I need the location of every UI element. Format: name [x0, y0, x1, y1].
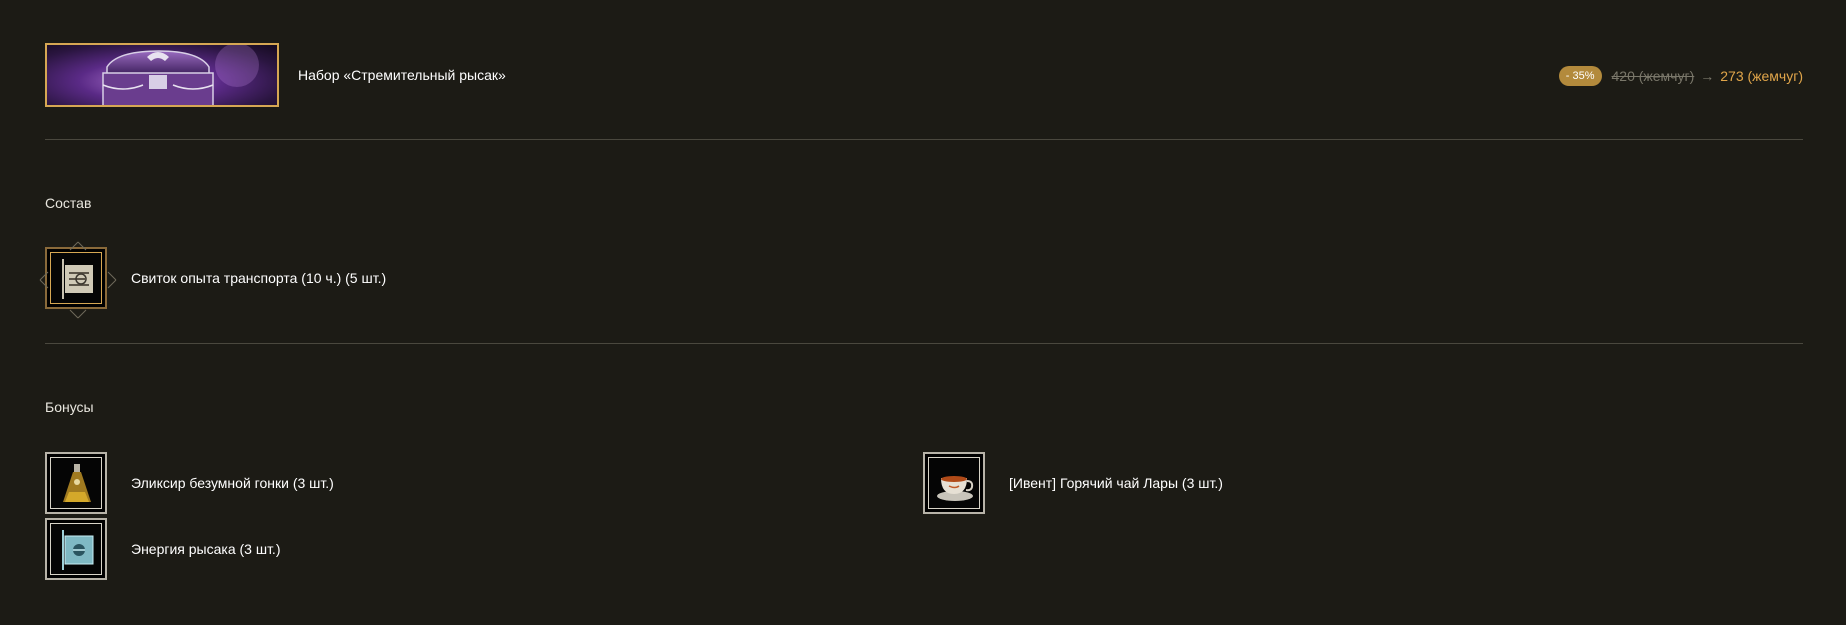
old-price: 420 (жемчуг) [1611, 68, 1695, 84]
divider [45, 343, 1803, 344]
treasure-chest-icon [102, 45, 259, 105]
item-label: Эликсир безумной гонки (3 шт.) [131, 475, 334, 491]
bonus-item[interactable]: Энергия рысака (3 шт.) [45, 516, 281, 582]
item-label: [Ивент] Горячий чай Лары (3 шт.) [1009, 475, 1223, 491]
product-title: Набор «Стремительный рысак» [298, 67, 506, 83]
divider [45, 139, 1803, 140]
item-label: Свиток опыта транспорта (10 ч.) (5 шт.) [131, 270, 387, 286]
bonus-item[interactable]: Эликсир безумной гонки (3 шт.) [45, 450, 334, 516]
price-block: - 35% 420 (жемчуг) → 273 (жемчуг) [1558, 66, 1803, 86]
scroll-icon [39, 241, 117, 319]
composition-item[interactable]: Свиток опыта транспорта (10 ч.) (5 шт.) [39, 241, 387, 319]
product-header: Набор «Стремительный рысак» - 35% 420 (ж… [45, 43, 1803, 107]
composition-heading: Состав [45, 195, 92, 211]
bonuses-heading: Бонусы [45, 399, 94, 415]
discount-badge: - 35% [1558, 66, 1602, 86]
product-chest-image [45, 43, 279, 107]
price-arrow: → [1700, 68, 1715, 84]
tea-cup-icon [923, 452, 985, 514]
energy-scroll-icon [45, 518, 107, 580]
new-price: 273 (жемчуг) [1720, 68, 1803, 84]
item-label: Энергия рысака (3 шт.) [131, 541, 281, 557]
elixir-icon [45, 452, 107, 514]
bonus-item[interactable]: [Ивент] Горячий чай Лары (3 шт.) [923, 450, 1223, 516]
